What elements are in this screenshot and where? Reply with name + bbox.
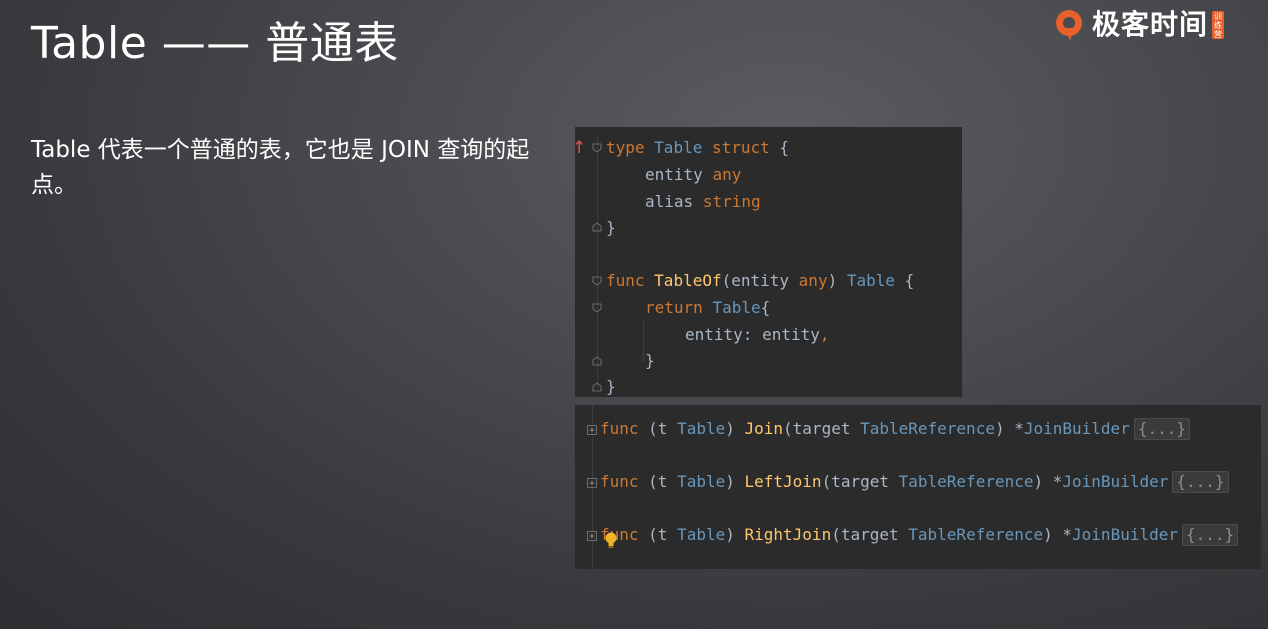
type-name: Table xyxy=(712,298,761,317)
keyword: func xyxy=(600,419,639,438)
slide-description: Table 代表一个普通的表，它也是 JOIN 查询的起点。 xyxy=(31,137,530,198)
receiver: (t xyxy=(638,525,678,544)
fold-icon[interactable] xyxy=(587,478,597,488)
keyword: struct xyxy=(711,138,770,157)
folded-body[interactable]: {...} xyxy=(1133,418,1190,440)
receiver: (t xyxy=(638,472,678,491)
method-name: Join xyxy=(744,419,784,438)
code-line: type Table struct { xyxy=(606,135,789,161)
receiver: ) xyxy=(725,472,745,491)
folded-body[interactable]: {...} xyxy=(1172,471,1229,493)
return-type: JoinBuilder xyxy=(1062,472,1169,491)
keyword: func xyxy=(600,472,639,491)
fold-icon[interactable] xyxy=(592,356,602,366)
method-line-rightjoin: func (t Table) RightJoin(target TableRef… xyxy=(600,522,1239,548)
method-line-leftjoin: func (t Table) LeftJoin(target TableRefe… xyxy=(600,469,1229,495)
method-name: LeftJoin xyxy=(744,472,822,491)
fold-icon[interactable] xyxy=(592,303,602,313)
params: ) xyxy=(827,271,847,290)
logo-badge-char: 训 xyxy=(1214,11,1223,21)
keyword: type xyxy=(606,138,645,157)
field-name: entity xyxy=(645,165,703,184)
receiver: ) xyxy=(725,419,745,438)
param-type: TableReference xyxy=(908,525,1044,544)
params: (entity xyxy=(721,271,799,290)
slide-title: Table —— 普通表 xyxy=(31,18,399,69)
method-line-join: func (t Table) Join(target TableReferenc… xyxy=(600,416,1190,442)
params: ) xyxy=(1043,525,1063,544)
fold-icon[interactable] xyxy=(592,276,602,286)
fold-icon[interactable] xyxy=(592,382,602,392)
field-name: alias xyxy=(645,192,694,211)
struct-code-panel: type Table struct { entity any alias str… xyxy=(575,127,962,397)
params: (target xyxy=(831,525,909,544)
lightbulb-icon[interactable] xyxy=(604,532,618,549)
fold-icon[interactable] xyxy=(592,143,602,153)
brace: } xyxy=(606,377,616,396)
params: (target xyxy=(821,472,899,491)
code-line: } xyxy=(645,348,655,374)
logo-badge-char: 营 xyxy=(1214,29,1223,39)
code-line: alias string xyxy=(645,189,761,215)
code-line: entity any xyxy=(645,162,741,188)
receiver: (t xyxy=(638,419,678,438)
receiver-type: Table xyxy=(677,525,726,544)
function-name: TableOf xyxy=(654,271,722,290)
up-arrow-icon: ↑ xyxy=(572,138,587,158)
receiver-type: Table xyxy=(677,419,726,438)
brace: { xyxy=(769,138,790,157)
code-line: func TableOf(entity any) Table { xyxy=(606,268,914,294)
brand-logo: 极客时间 训 练 营 xyxy=(1052,6,1225,44)
receiver-type: Table xyxy=(677,472,726,491)
params: (target xyxy=(783,419,861,438)
logo-badge: 训 练 营 xyxy=(1212,11,1225,39)
methods-code-panel: func (t Table) Join(target TableReferenc… xyxy=(575,405,1261,569)
field-assignment: entity: entity xyxy=(685,325,820,344)
pointer: * xyxy=(1014,419,1024,438)
pointer: * xyxy=(1062,525,1073,544)
code-line: } xyxy=(606,215,616,241)
code-line: entity: entity, xyxy=(685,322,830,348)
brace: { xyxy=(760,298,771,317)
comma: , xyxy=(819,325,830,344)
param-type: any xyxy=(798,271,828,290)
code-line: return Table{ xyxy=(645,295,770,321)
return-type: JoinBuilder xyxy=(1023,419,1130,438)
brace: } xyxy=(606,218,616,237)
return-type: Table xyxy=(846,271,896,290)
type-name: Table xyxy=(654,138,703,157)
method-name: RightJoin xyxy=(744,525,832,544)
logo-text: 极客时间 xyxy=(1092,8,1209,41)
keyword: func xyxy=(606,271,645,290)
field-type: string xyxy=(702,192,761,211)
params: ) xyxy=(1033,472,1053,491)
pointer: * xyxy=(1052,472,1063,491)
logo-badge-char: 练 xyxy=(1214,20,1223,30)
code-line: } xyxy=(606,374,616,400)
return-type: JoinBuilder xyxy=(1072,525,1178,544)
fold-icon[interactable] xyxy=(587,425,597,435)
fold-icon[interactable] xyxy=(592,222,602,232)
keyword: return xyxy=(645,298,703,317)
brace: } xyxy=(645,351,655,370)
param-type: TableReference xyxy=(860,419,995,438)
brace: { xyxy=(895,271,915,290)
field-type: any xyxy=(712,165,742,184)
fold-icon[interactable] xyxy=(587,531,597,541)
params: ) xyxy=(994,419,1015,438)
param-type: TableReference xyxy=(898,472,1034,491)
receiver: ) xyxy=(725,525,745,544)
folded-body[interactable]: {...} xyxy=(1182,524,1239,546)
geektime-logo-icon xyxy=(1056,10,1082,41)
